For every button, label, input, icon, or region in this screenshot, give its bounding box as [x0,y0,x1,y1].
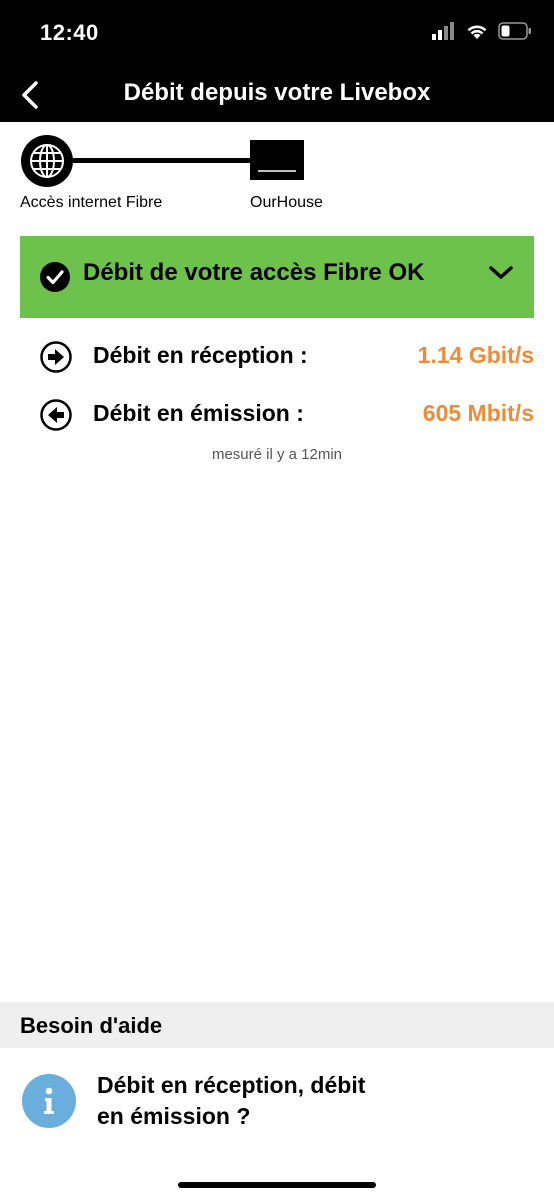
wifi-icon [467,25,487,39]
help-item-line1: Débit en réception, débit [97,1072,366,1098]
check-circle-icon [40,262,70,292]
arrow-left-circle-icon [40,399,72,431]
help-section-header: Besoin d'aide [0,1002,554,1048]
download-rate-label: Débit en réception : [93,342,308,368]
battery-icon [498,22,531,40]
connection-line [70,158,270,163]
status-banner[interactable]: Débit de votre accès Fibre OK [20,236,534,318]
nav-bar: Débit depuis votre Livebox [0,68,554,122]
download-rate-value: 1.14 Gbit/s [417,342,534,368]
status-banner-text: Débit de votre accès Fibre OK [83,259,425,286]
help-header-label: Besoin d'aide [20,1013,163,1038]
download-rate-row: Débit en réception : 1.14 Gbit/s [40,338,534,374]
upload-rate-label: Débit en émission : [93,400,304,426]
arrow-right-circle-icon [40,341,72,373]
cellular-signal-icon [432,22,454,40]
measured-time: mesuré il y a 12min [211,446,343,463]
chevron-down-icon [489,266,513,279]
status-time: 12:40 [40,20,99,45]
device-label: OurHouse [250,194,323,211]
source-label: Accès internet Fibre [20,194,163,211]
home-indicator[interactable] [178,1182,376,1188]
page-title: Débit depuis votre Livebox [123,79,431,106]
status-bar: 12:40 [0,0,554,68]
connection-diagram: Accès internet Fibre OurHouse [20,132,340,222]
upload-rate-value: 605 Mbit/s [422,400,534,426]
help-item-rates[interactable]: Débit en réception, débit en émission ? [0,1048,554,1158]
status-icons [432,22,532,40]
globe-icon [21,135,73,187]
upload-rate-row: Débit en émission : 605 Mbit/s [40,396,534,432]
info-icon [22,1074,76,1128]
help-item-line2: en émission ? [97,1103,251,1129]
livebox-icon [250,140,304,180]
help-item-text: Débit en réception, débit en émission ? [97,1070,437,1132]
